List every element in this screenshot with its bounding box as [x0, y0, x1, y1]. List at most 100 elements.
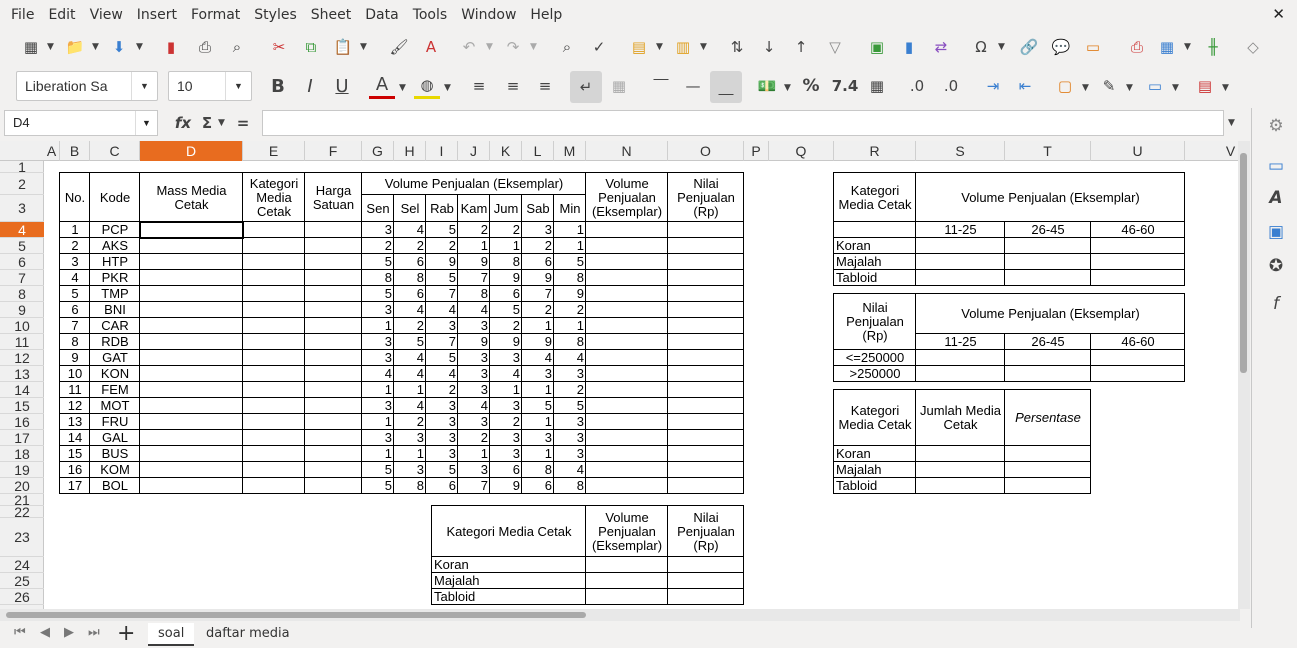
range-header[interactable]: 11-25 [916, 222, 1005, 238]
number-format-icon[interactable]: 7.4 [832, 73, 859, 99]
cell-value[interactable]: 5 [426, 462, 458, 478]
cell-value[interactable]: 6 [394, 286, 426, 302]
row-label[interactable]: Majalah [834, 462, 916, 478]
sheet-tab-daftar-media[interactable]: daftar media [196, 623, 300, 644]
cell-value[interactable]: 2 [394, 238, 426, 254]
header-day[interactable]: Sen [362, 195, 394, 222]
cell-value[interactable]: 4 [426, 366, 458, 382]
cell-value[interactable]: 5 [554, 398, 586, 414]
chevron-down-icon[interactable]: ▼ [218, 118, 225, 128]
align-right-icon[interactable]: ≡ [532, 73, 558, 99]
column-header-b[interactable]: B [60, 141, 90, 161]
cell-value[interactable]: 8 [362, 270, 394, 286]
cell-value[interactable]: 2 [490, 222, 522, 238]
cell-value[interactable]: 1 [362, 414, 394, 430]
chevron-down-icon[interactable]: ▼ [444, 83, 451, 93]
chevron-down-icon[interactable]: ▼ [360, 42, 367, 52]
cell-value[interactable]: 2 [522, 238, 554, 254]
cell-value[interactable]: 1 [362, 318, 394, 334]
cell-value[interactable]: 3 [490, 398, 522, 414]
insert-image-icon[interactable]: ▣ [864, 34, 890, 60]
navigator-icon[interactable]: ✪ [1264, 254, 1288, 278]
cell-no[interactable]: 16 [60, 462, 90, 478]
row-header-18[interactable]: 18 [0, 446, 44, 462]
chevron-down-icon[interactable]: ▼ [399, 83, 406, 93]
row-label[interactable]: Tabloid [834, 478, 916, 494]
cell-kode[interactable]: AKS [90, 238, 140, 254]
draw-shapes-icon[interactable]: ◇ [1240, 34, 1266, 60]
row-header-6[interactable]: 6 [0, 254, 44, 270]
cell-value[interactable]: 5 [362, 286, 394, 302]
column-header-c[interactable]: C [90, 141, 140, 161]
range-header[interactable]: 26-45 [1005, 222, 1091, 238]
empty-cell[interactable] [668, 589, 744, 605]
menu-insert[interactable]: Insert [130, 0, 184, 30]
last-sheet-icon[interactable]: ⏭ [88, 625, 100, 640]
header-kode[interactable]: Kode [90, 173, 140, 222]
percent-format-icon[interactable]: % [798, 73, 824, 99]
cell-value[interactable]: 1 [522, 446, 554, 462]
properties-gear-icon[interactable]: ⚙ [1264, 114, 1288, 138]
empty-cell[interactable] [1005, 366, 1091, 382]
row-header-19[interactable]: 19 [0, 462, 44, 478]
name-box[interactable]: D4 ▼ [4, 110, 158, 136]
cell-value[interactable]: 1 [362, 446, 394, 462]
cell-value[interactable]: 7 [522, 286, 554, 302]
cell-value[interactable]: 6 [490, 286, 522, 302]
expand-formula-bar-icon[interactable]: ▼ [1228, 118, 1235, 128]
header-nilai-r2[interactable]: Nilai Penjualan (Rp) [834, 294, 916, 350]
header-mass-media[interactable]: Mass Media Cetak [140, 173, 243, 222]
font-name-box[interactable]: Liberation Sa ▼ [16, 71, 158, 101]
clear-formatting-icon[interactable]: A [418, 34, 444, 60]
align-top-icon[interactable]: ⎺ [648, 73, 674, 99]
cell-kode[interactable]: BUS [90, 446, 140, 462]
row-label[interactable]: Koran [834, 446, 916, 462]
cell-value[interactable]: 4 [522, 350, 554, 366]
header-kategori[interactable]: Kategori Media Cetak [243, 173, 305, 222]
empty-cell[interactable] [1005, 350, 1091, 366]
header-day[interactable]: Sab [522, 195, 554, 222]
empty-cell[interactable] [1005, 462, 1091, 478]
cell-value[interactable]: 1 [490, 382, 522, 398]
new-document-icon[interactable]: ▦ [18, 34, 44, 60]
cell-value[interactable]: 1 [394, 382, 426, 398]
functions-icon[interactable]: f [1264, 292, 1288, 316]
freeze-rows-icon[interactable]: ▦ [1154, 34, 1180, 60]
cell-value[interactable]: 2 [458, 222, 490, 238]
cell-value[interactable]: 1 [522, 318, 554, 334]
menu-data[interactable]: Data [358, 0, 405, 30]
row-header-7[interactable]: 7 [0, 270, 44, 286]
cell-value[interactable]: 1 [522, 414, 554, 430]
cell-no[interactable]: 8 [60, 334, 90, 350]
cell-value[interactable]: 5 [490, 302, 522, 318]
empty-cell[interactable] [668, 573, 744, 589]
cell-value[interactable]: 2 [426, 238, 458, 254]
empty-cell[interactable] [668, 557, 744, 573]
horizontal-scroll-thumb[interactable] [6, 612, 586, 618]
cell-value[interactable]: 3 [522, 366, 554, 382]
header-volume-total[interactable]: Volume Penjualan (Eksemplar) [586, 173, 668, 222]
cell-no[interactable]: 11 [60, 382, 90, 398]
cell-value[interactable]: 1 [554, 318, 586, 334]
cell-value[interactable]: 1 [362, 382, 394, 398]
empty-cell[interactable] [586, 557, 668, 573]
row-icon[interactable]: ▤ [626, 34, 652, 60]
sort-descending-icon[interactable]: ↑ [788, 34, 814, 60]
header-day[interactable]: Min [554, 195, 586, 222]
cell-value[interactable]: 4 [394, 398, 426, 414]
empty-cell[interactable] [1005, 238, 1091, 254]
row-header-17[interactable]: 17 [0, 430, 44, 446]
cell-value[interactable]: 5 [362, 462, 394, 478]
menu-tools[interactable]: Tools [406, 0, 455, 30]
cell-value[interactable]: 4 [554, 350, 586, 366]
cell-no[interactable]: 9 [60, 350, 90, 366]
align-bottom-icon[interactable]: ⎽ [710, 71, 742, 103]
cell-value[interactable]: 2 [490, 414, 522, 430]
cell-value[interactable]: 1 [554, 222, 586, 238]
cell-value[interactable]: 2 [394, 414, 426, 430]
range-header[interactable]: 26-45 [1005, 334, 1091, 350]
column-header-a[interactable]: A [44, 141, 60, 161]
cell-value[interactable]: 6 [490, 462, 522, 478]
chevron-down-icon[interactable]: ▼ [998, 42, 1005, 52]
cell-value[interactable]: 3 [426, 414, 458, 430]
